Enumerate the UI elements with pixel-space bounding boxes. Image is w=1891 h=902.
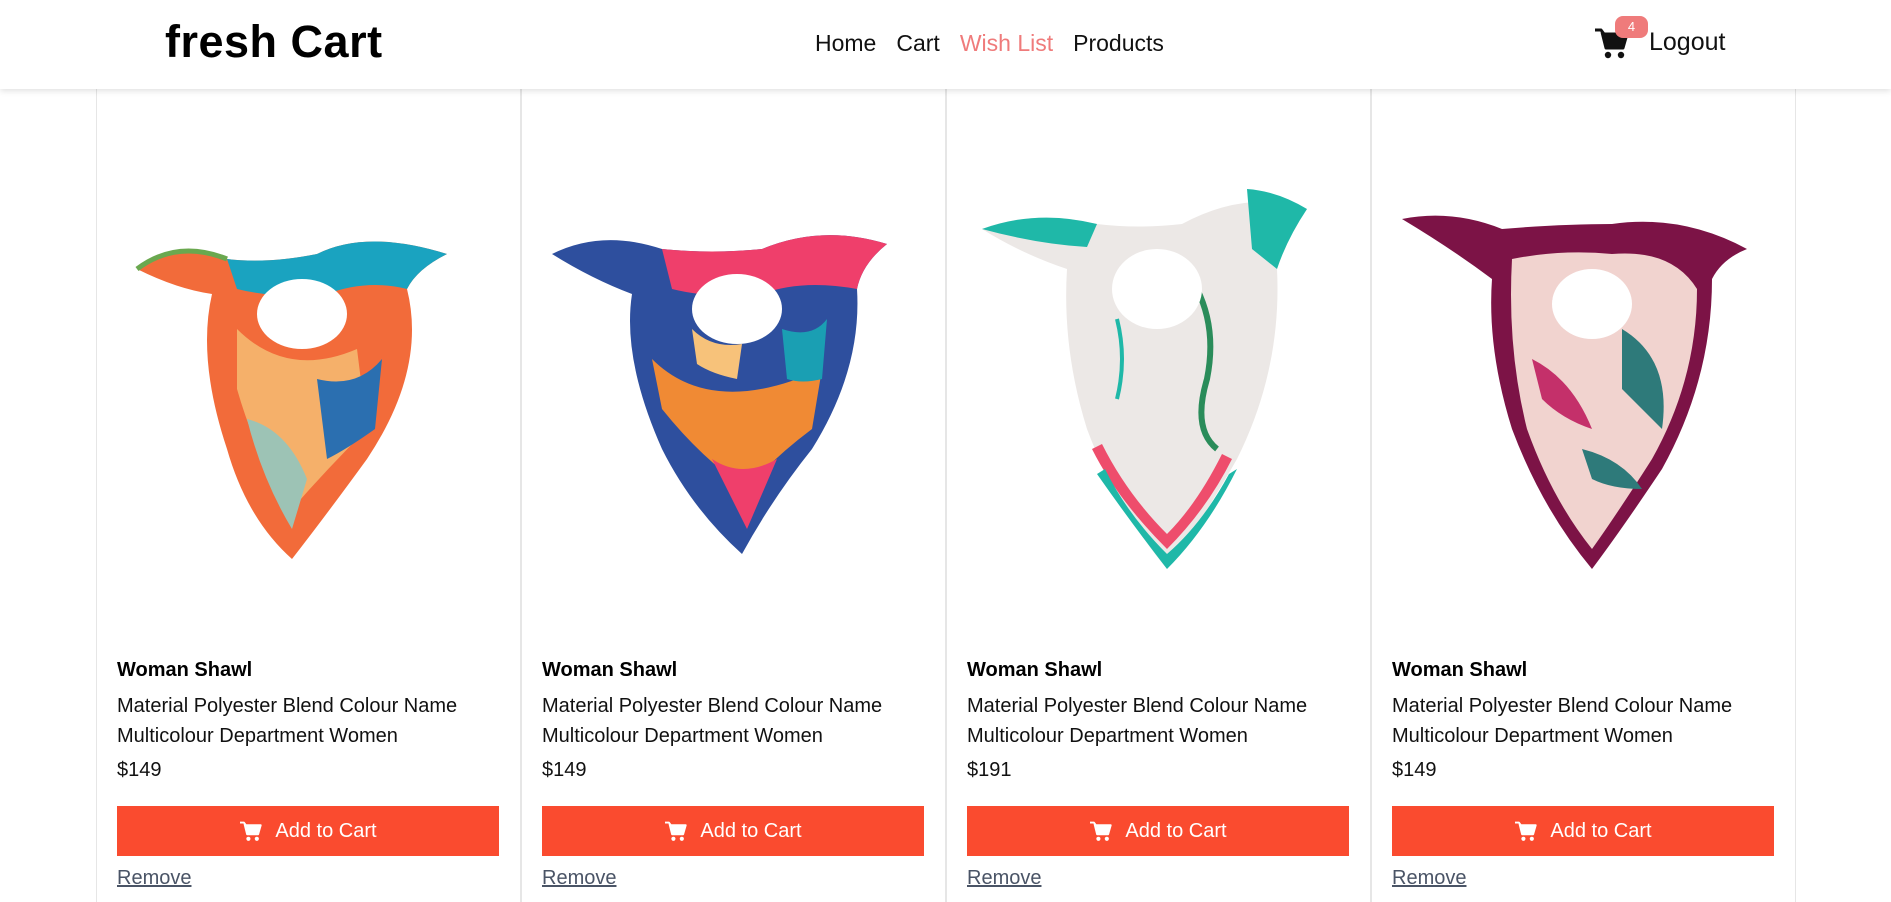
remove-link[interactable]: Remove — [1392, 867, 1466, 890]
cart-button[interactable]: 4 — [1594, 16, 1648, 60]
scarf-image — [135, 241, 447, 559]
cart-icon — [1515, 821, 1538, 841]
cart-icon — [665, 821, 688, 841]
product-image[interactable] — [117, 129, 500, 609]
product-image[interactable] — [1392, 129, 1775, 609]
cart-icon — [240, 821, 263, 841]
add-to-cart-button[interactable]: Add to Cart — [542, 806, 924, 856]
cart-count-badge: 4 — [1615, 16, 1648, 38]
product-description: Material Polyester Blend Colour Name Mul… — [117, 695, 458, 747]
remove-link[interactable]: Remove — [967, 867, 1041, 890]
product-price: $149 — [542, 759, 587, 781]
logout-link[interactable]: Logout — [1649, 28, 1725, 57]
cart-icon — [1090, 821, 1113, 841]
scarf-image — [1402, 215, 1747, 569]
scarf-image — [982, 189, 1307, 569]
nav-link-cart[interactable]: Cart — [896, 30, 939, 57]
product-price: $191 — [967, 759, 1012, 781]
product-description: Material Polyester Blend Colour Name Mul… — [967, 695, 1308, 747]
product-image[interactable] — [542, 129, 925, 609]
wishlist-grid: Woman Shawl Material Polyester Blend Col… — [96, 89, 1796, 902]
add-to-cart-label: Add to Cart — [1125, 819, 1227, 842]
product-card: Woman Shawl Material Polyester Blend Col… — [946, 89, 1371, 902]
product-description: Material Polyester Blend Colour Name Mul… — [542, 695, 883, 747]
nav-link-products[interactable]: Products — [1073, 30, 1164, 57]
scarf-image — [552, 235, 887, 554]
product-card: Woman Shawl Material Polyester Blend Col… — [96, 89, 521, 902]
brand-logo[interactable]: fresh Cart — [165, 16, 383, 68]
product-card: Woman Shawl Material Polyester Blend Col… — [521, 89, 946, 902]
product-price: $149 — [117, 759, 162, 781]
remove-link[interactable]: Remove — [542, 867, 616, 890]
add-to-cart-button[interactable]: Add to Cart — [117, 806, 499, 856]
remove-link[interactable]: Remove — [117, 867, 191, 890]
add-to-cart-label: Add to Cart — [275, 819, 377, 842]
add-to-cart-label: Add to Cart — [1550, 819, 1652, 842]
nav-link-home[interactable]: Home — [815, 30, 876, 57]
product-description: Material Polyester Blend Colour Name Mul… — [1392, 695, 1733, 747]
product-price: $149 — [1392, 759, 1437, 781]
product-title: Woman Shawl — [967, 659, 1103, 681]
product-title: Woman Shawl — [542, 659, 678, 681]
add-to-cart-button[interactable]: Add to Cart — [1392, 806, 1774, 856]
nav-link-wishlist[interactable]: Wish List — [960, 30, 1053, 57]
product-title: Woman Shawl — [117, 659, 253, 681]
product-image[interactable] — [967, 129, 1350, 609]
nav-links: Home Cart Wish List Products — [815, 30, 1164, 57]
add-to-cart-button[interactable]: Add to Cart — [967, 806, 1349, 856]
product-card: Woman Shawl Material Polyester Blend Col… — [1371, 89, 1796, 902]
navbar: fresh Cart Home Cart Wish List Products … — [0, 0, 1891, 89]
product-title: Woman Shawl — [1392, 659, 1528, 681]
add-to-cart-label: Add to Cart — [700, 819, 802, 842]
